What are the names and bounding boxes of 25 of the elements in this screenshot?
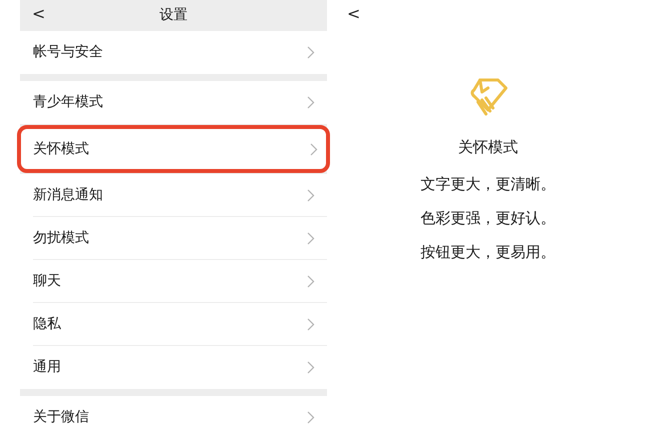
chevron-icon bbox=[307, 46, 315, 59]
settings-item[interactable]: 帐号与安全 bbox=[20, 31, 327, 74]
back-button[interactable]: < bbox=[347, 6, 360, 22]
chevron-icon bbox=[307, 411, 315, 424]
settings-item[interactable]: 关怀模式 bbox=[17, 125, 330, 173]
feature-text: 色彩更强，更好认。 bbox=[420, 208, 556, 228]
chevron-icon bbox=[307, 96, 315, 109]
settings-item[interactable]: 隐私 bbox=[20, 303, 327, 346]
settings-item[interactable]: 关于微信 bbox=[20, 396, 327, 439]
chevron-icon bbox=[307, 232, 315, 244]
chevron-icon bbox=[307, 318, 315, 330]
chevron-icon bbox=[307, 188, 315, 202]
settings-item[interactable]: 通用 bbox=[20, 346, 327, 389]
settings-item[interactable]: 新消息通知 bbox=[20, 174, 327, 217]
page-title: 设置 bbox=[160, 6, 188, 25]
settings-item[interactable]: 聊天 bbox=[20, 260, 327, 303]
settings-item[interactable]: 勿扰模式 bbox=[20, 217, 327, 260]
back-button[interactable]: < bbox=[32, 6, 46, 22]
feature-text: 按钮更大，更易用。 bbox=[420, 242, 556, 262]
feature-text: 文字更大，更清晰。 bbox=[420, 174, 556, 194]
chevron-icon bbox=[310, 142, 318, 156]
settings-item[interactable]: 青少年模式 bbox=[20, 81, 327, 124]
chevron-icon bbox=[307, 361, 315, 374]
chevron-icon bbox=[307, 274, 315, 288]
care-mode-title: 关怀模式 bbox=[458, 137, 518, 158]
